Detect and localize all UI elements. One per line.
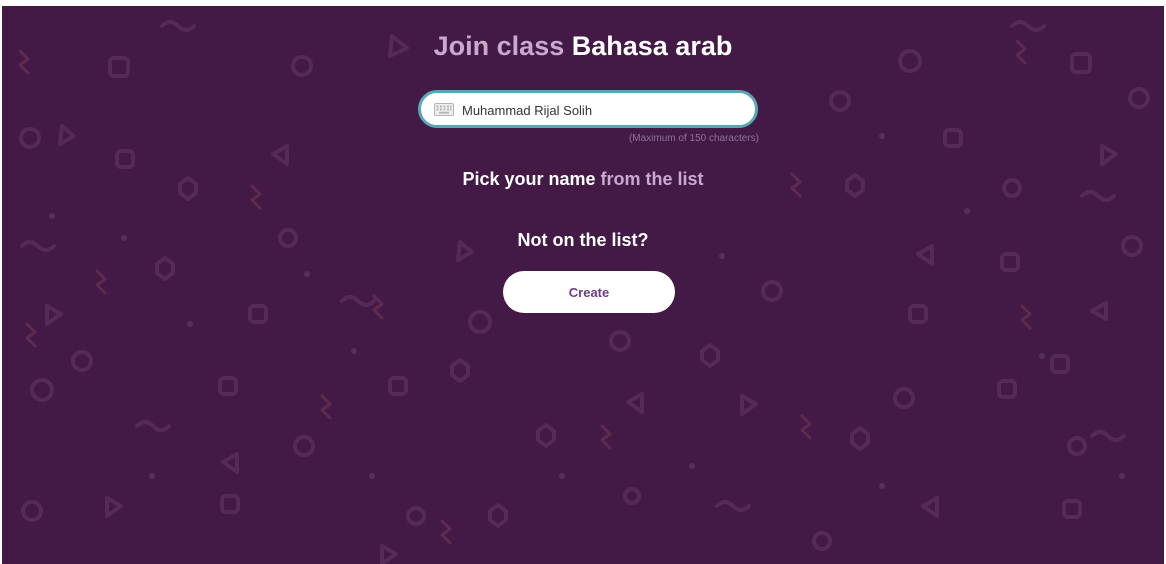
create-button[interactable]: Create: [503, 271, 675, 313]
student-name-input[interactable]: [462, 99, 742, 121]
page-title: Join class Bahasa arab: [2, 31, 1164, 62]
pick-prompt-muted: from the list: [600, 169, 704, 189]
join-class-page: Join class Bahasa arab Muhammad Rijal So…: [2, 6, 1164, 564]
name-input-container[interactable]: [418, 90, 758, 128]
pick-name-prompt: Pick your name from the list: [2, 169, 1164, 190]
pick-prompt-strong: Pick your name: [462, 169, 596, 189]
join-form: Join class Bahasa arab Muhammad Rijal So…: [2, 6, 1164, 564]
not-on-list-heading: Not on the list?: [517, 230, 649, 250]
class-name: Bahasa arab: [571, 31, 733, 61]
keyboard-icon: [434, 103, 454, 116]
title-prefix: Join class: [433, 31, 565, 61]
max-characters-note: (Maximum of 150 characters): [628, 133, 759, 144]
